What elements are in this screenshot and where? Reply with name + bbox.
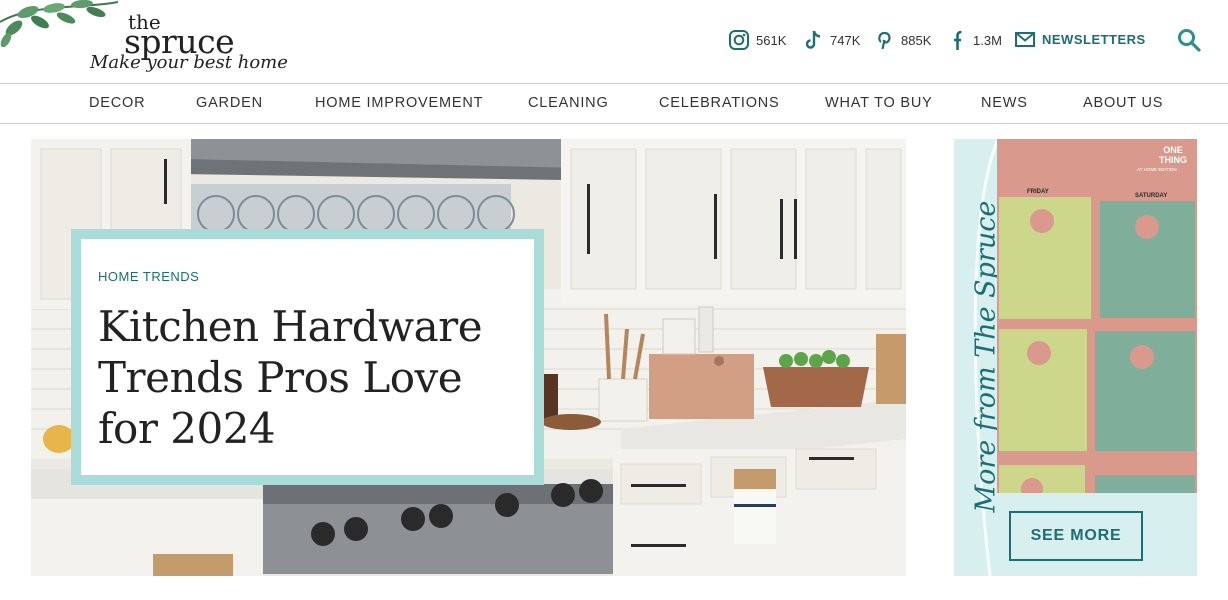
- site-logo[interactable]: the spruce Make your best home: [88, 6, 288, 80]
- social-link-instagram[interactable]: 561K: [728, 28, 786, 52]
- instagram-count: 561K: [756, 32, 787, 48]
- main-nav: DECOR GARDEN HOME IMPROVEMENT CLEANING C…: [0, 84, 1228, 124]
- promo-image[interactable]: ONE THING AT HOME EDITION AT HOME EDITIO…: [997, 139, 1197, 493]
- search-icon[interactable]: [1176, 27, 1202, 53]
- nav-item-about-us[interactable]: ABOUT US: [1083, 95, 1163, 111]
- newsletters-label: NEWSLETTERS: [1042, 31, 1146, 47]
- mail-icon: [1015, 32, 1035, 47]
- tiktok-icon: [805, 30, 821, 49]
- social-link-tiktok[interactable]: 747K: [802, 28, 860, 52]
- site-header: the spruce Make your best home 561K 747K…: [0, 0, 1228, 84]
- tiktok-count: 747K: [830, 32, 861, 48]
- nav-item-news[interactable]: NEWS: [981, 95, 1028, 111]
- hero-card-body: HOME TRENDS Kitchen Hardware Trends Pros…: [81, 239, 534, 475]
- logo-tagline: Make your best home: [90, 52, 288, 73]
- social-link-facebook[interactable]: 1.3M: [945, 28, 1002, 52]
- facebook-icon: [954, 30, 962, 50]
- promo-image-brand-text: ONE THING: [1159, 145, 1187, 165]
- more-from-spruce-promo[interactable]: More from The Spruce ONE THING AT HOME E…: [954, 139, 1197, 576]
- social-link-pinterest[interactable]: 885K: [873, 28, 931, 52]
- hero-headline[interactable]: Kitchen Hardware Trends Pros Love for 20…: [98, 301, 528, 454]
- promo-image-edition-text: AT HOME EDITION: [1137, 167, 1177, 172]
- promo-image-label-left: FRIDAY: [1027, 189, 1049, 195]
- see-more-button[interactable]: SEE MORE: [1009, 511, 1143, 561]
- nav-item-celebrations[interactable]: CELEBRATIONS: [659, 95, 780, 111]
- facebook-count: 1.3M: [973, 32, 1002, 48]
- nav-item-home-improvement[interactable]: HOME IMPROVEMENT: [315, 95, 483, 111]
- hero-article-card[interactable]: HOME TRENDS Kitchen Hardware Trends Pros…: [71, 229, 544, 485]
- promo-image-label-right: SATURDAY: [1135, 193, 1168, 199]
- nav-item-what-to-buy[interactable]: WHAT TO BUY: [825, 95, 933, 111]
- nav-item-cleaning[interactable]: CLEANING: [528, 95, 609, 111]
- newsletters-link[interactable]: NEWSLETTERS: [1014, 28, 1146, 50]
- nav-item-decor[interactable]: DECOR: [89, 95, 145, 111]
- pinterest-icon: [878, 31, 891, 50]
- hero-kicker[interactable]: HOME TRENDS: [98, 269, 199, 284]
- instagram-icon: [729, 30, 749, 50]
- hero-image[interactable]: HOME TRENDS Kitchen Hardware Trends Pros…: [31, 139, 906, 576]
- nav-item-garden[interactable]: GARDEN: [196, 95, 263, 111]
- pinterest-count: 885K: [901, 32, 932, 48]
